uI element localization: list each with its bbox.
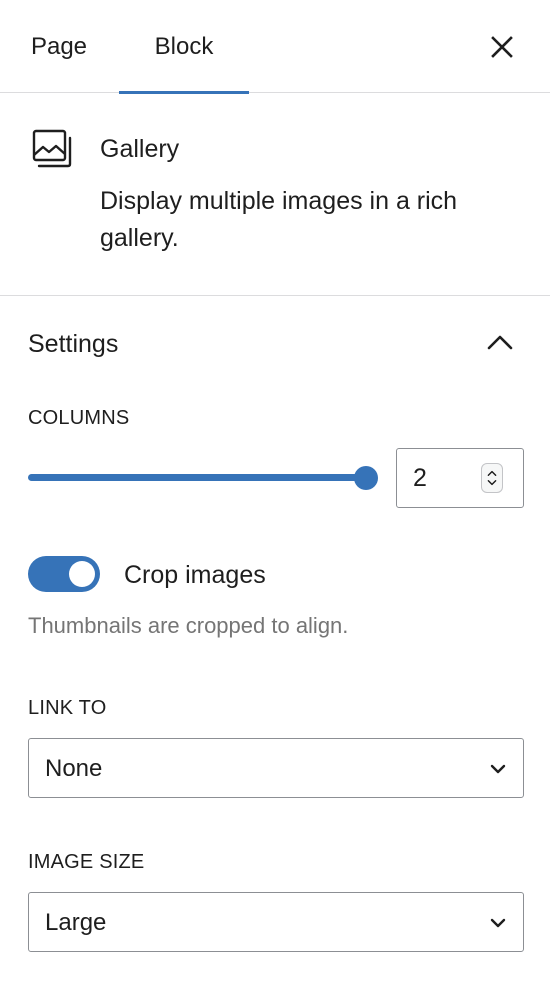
chevron-up-icon [487, 335, 513, 350]
image-size-select[interactable]: Large [28, 892, 524, 952]
columns-value: 2 [413, 464, 427, 492]
tab-page[interactable]: Page [0, 0, 118, 93]
columns-slider-thumb[interactable] [354, 466, 378, 490]
settings-panel-toggle[interactable]: Settings [0, 296, 550, 392]
block-description: Display multiple images in a rich galler… [100, 187, 458, 252]
columns-label: COLUMNS [28, 407, 130, 429]
settings-title: Settings [28, 330, 119, 358]
close-button[interactable] [484, 29, 520, 65]
block-title: Gallery [100, 135, 180, 163]
block-card: Gallery Display multiple images in a ric… [0, 93, 550, 296]
crop-images-help: Thumbnails are cropped to align. [28, 613, 349, 638]
image-size-value: Large [45, 909, 107, 936]
close-icon [491, 36, 513, 58]
link-to-value: None [45, 755, 103, 782]
link-to-select[interactable]: None [28, 738, 524, 798]
gallery-icon [32, 129, 72, 168]
toggle-knob [69, 561, 95, 587]
crop-images-label: Crop images [124, 561, 266, 589]
chevron-down-icon [490, 918, 506, 928]
image-size-label: IMAGE SIZE [28, 851, 145, 873]
columns-number-input[interactable]: 2 [396, 448, 524, 508]
link-to-label: LINK TO [28, 697, 107, 719]
crop-images-toggle[interactable] [28, 556, 100, 592]
columns-slider-track[interactable] [28, 474, 366, 481]
chevron-down-icon [490, 764, 506, 774]
spinner-icon[interactable] [481, 463, 503, 493]
sidebar-tabs: Page Block [0, 0, 550, 94]
tab-block[interactable]: Block [119, 0, 249, 94]
